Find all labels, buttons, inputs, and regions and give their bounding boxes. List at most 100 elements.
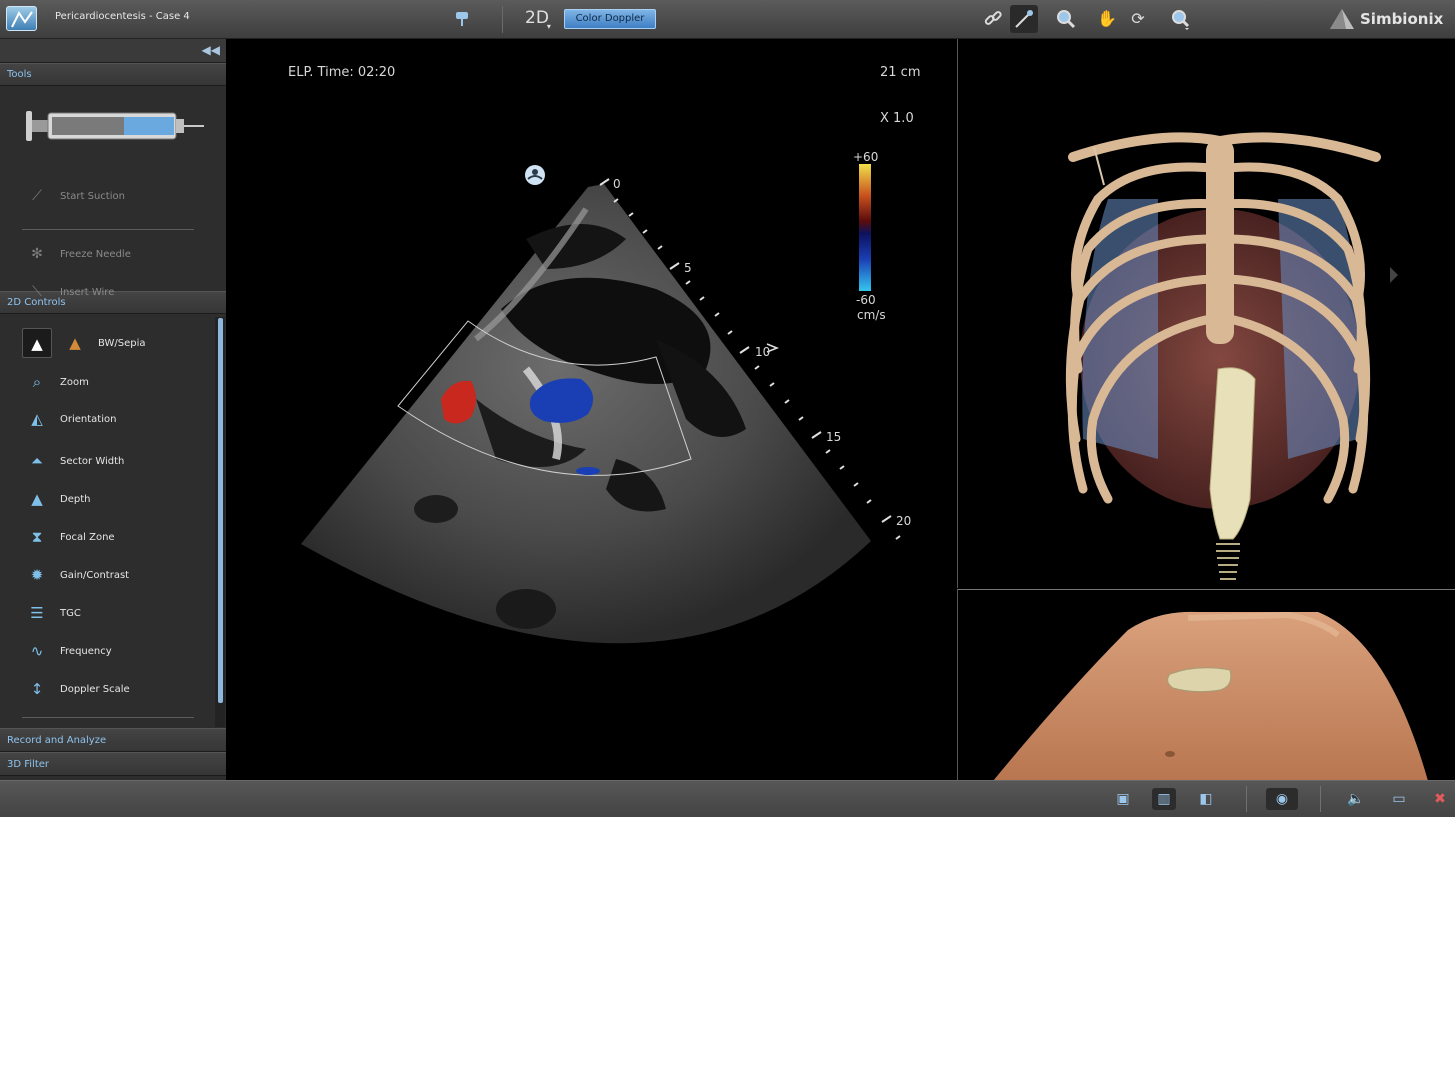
anatomy-3d-view[interactable] — [957, 39, 1455, 588]
probe-on-chest[interactable] — [1167, 667, 1232, 693]
insert-wire-label: Insert Wire — [60, 286, 115, 298]
link-icon[interactable] — [982, 8, 1004, 30]
heart-chamber — [414, 495, 458, 523]
scale-max-label: +60 — [853, 150, 879, 164]
close-icon[interactable]: ✖ — [1428, 788, 1452, 810]
patient-body-view[interactable] — [957, 589, 1455, 780]
bw-sepia-control[interactable]: ▲ ▲ BW/Sepia — [22, 328, 146, 358]
doppler-scale-label: Doppler Scale — [60, 683, 130, 695]
bottom-toolbar: ▣ ▥ ◧ ◉ 🔈 ▭ ✖ — [0, 780, 1455, 817]
ribcage-model[interactable] — [958, 39, 1455, 588]
tools-section: ⟋ Start Suction ✻ Freeze Needle ⟍ Insert… — [0, 86, 226, 300]
sector-width-icon: ⏶ — [30, 452, 43, 470]
simulator-window: Pericardiocentesis - Case 4 2D▾ Color Do… — [0, 0, 1455, 817]
focal-zone-icon: ⧗ — [31, 528, 43, 546]
doppler-scale-icon: ↕ — [30, 680, 44, 698]
gain-contrast-label: Gain/Contrast — [60, 569, 130, 581]
bw-sepia-icon[interactable]: ▲ — [60, 328, 90, 358]
scale-unit-label: cm/s — [857, 308, 886, 322]
orientation-icon: ◭ — [31, 410, 43, 428]
ultrasound-view[interactable]: ELP. Time: 02:20 21 cm X 1.0 +60 -60 cm/… — [226, 39, 956, 780]
view-anatomy-icon[interactable]: ◧ — [1194, 788, 1218, 810]
doppler-flow-blue — [576, 467, 600, 475]
zoom-icon[interactable] — [1055, 8, 1077, 30]
view-arrow-icon[interactable] — [1390, 267, 1398, 283]
gain-contrast-control[interactable]: ✹ Gain/Contrast — [22, 560, 129, 590]
gain-contrast-icon: ✹ — [30, 566, 44, 584]
collapse-panel-icon[interactable]: ◀◀ — [202, 43, 220, 57]
controls-scroll-thumb[interactable] — [218, 318, 223, 703]
top-toolbar: Pericardiocentesis - Case 4 2D▾ Color Do… — [0, 0, 1455, 39]
record-analyze-header[interactable]: Record and Analyze — [0, 728, 226, 752]
insert-wire-button[interactable]: ⟍ Insert Wire — [26, 280, 114, 304]
freeze-needle-label: Freeze Needle — [60, 248, 131, 260]
2d-controls-section: ▲ ▲ BW/Sepia ⌕ Zoom ◭ Orientation ⏶ Sect… — [0, 314, 226, 728]
doppler-color-scale — [859, 164, 871, 291]
zoom-control[interactable]: ⌕ Zoom — [22, 367, 89, 397]
tools-header[interactable]: Tools — [0, 63, 226, 86]
depth-tick-15: 15 — [826, 430, 842, 444]
color-doppler-button[interactable]: Color Doppler — [564, 9, 656, 29]
brand-name: Simbionix — [1360, 10, 1444, 28]
left-panel: ◀◀ Tools ⟋ Start Suction ✻ Freeze Needle — [0, 39, 226, 780]
toolbar-separator — [502, 6, 503, 33]
rotate-icon[interactable]: ⟳ — [1127, 8, 1149, 30]
view-split-icon[interactable]: ▥ — [1152, 788, 1176, 810]
tgc-control[interactable]: ☰ TGC — [22, 598, 81, 628]
snowflake-icon: ✻ — [31, 246, 43, 262]
collapse-row: ◀◀ — [0, 39, 226, 63]
doppler-scale-control[interactable]: ↕ Doppler Scale — [22, 674, 130, 704]
depth-tick-20: 20 — [896, 514, 912, 528]
camera-icon[interactable]: ◉ — [1266, 788, 1298, 810]
freeze-needle-button[interactable]: ✻ Freeze Needle — [26, 242, 131, 266]
ultrasound-image[interactable] — [226, 39, 956, 780]
right-lung — [1278, 199, 1361, 459]
syringe-icon[interactable] — [26, 105, 206, 147]
orientation-marker-dot — [532, 169, 538, 175]
frequency-label: Frequency — [60, 645, 112, 657]
suction-icon: ⟋ — [32, 188, 42, 204]
start-suction-button[interactable]: ⟋ Start Suction — [26, 184, 125, 208]
frequency-icon: ∿ — [30, 642, 44, 660]
open-folder-icon[interactable]: ▭ — [1387, 788, 1411, 810]
bottom-separator — [1320, 786, 1321, 812]
mode-2d-dropdown[interactable]: 2D▾ — [525, 8, 553, 31]
tgc-icon: ☰ — [30, 604, 44, 622]
pan-hand-icon[interactable]: ✋ — [1096, 8, 1118, 30]
start-suction-label: Start Suction — [60, 190, 125, 202]
case-title: Pericardiocentesis - Case 4 — [55, 11, 190, 22]
bw-icon[interactable]: ▲ — [22, 328, 52, 358]
heart-chamber — [496, 589, 556, 629]
tools-divider — [22, 229, 194, 230]
depth-control[interactable]: ▲ Depth — [22, 484, 90, 514]
mode-2d-label: 2D — [525, 8, 549, 28]
depth-tick-5: 5 — [684, 261, 692, 275]
orientation-control[interactable]: ◭ Orientation — [22, 404, 116, 434]
zoom-label: Zoom — [60, 376, 89, 388]
sound-icon[interactable]: 🔈 — [1344, 788, 1368, 810]
3d-filter-header[interactable]: 3D Filter — [0, 752, 226, 776]
app-logo-icon[interactable] — [6, 6, 37, 31]
scale-min-label: -60 — [856, 293, 876, 307]
ultrasound-probe[interactable] — [1209, 367, 1256, 540]
frequency-control[interactable]: ∿ Frequency — [22, 636, 112, 666]
bottom-separator — [1246, 786, 1247, 812]
needle-link-icon[interactable] — [1010, 5, 1038, 33]
depth-label: Depth — [60, 493, 91, 505]
patient-skin — [993, 611, 1428, 780]
depth-tick-10: 10 — [755, 345, 771, 359]
tgc-label: TGC — [60, 607, 81, 619]
sternum — [1206, 139, 1234, 344]
view-single-icon[interactable]: ▣ — [1111, 788, 1135, 810]
focal-zone-label: Focal Zone — [60, 531, 115, 543]
zoom-readout: X 1.0 — [880, 111, 914, 126]
patient-torso[interactable] — [958, 590, 1455, 780]
simbionix-logo-icon — [1330, 9, 1354, 29]
zoom-dropdown-icon[interactable] — [1170, 8, 1192, 30]
bw-sepia-label: BW/Sepia — [98, 337, 146, 349]
sector-width-control[interactable]: ⏶ Sector Width — [22, 446, 124, 476]
pin-icon[interactable] — [451, 8, 473, 30]
focal-zone-control[interactable]: ⧗ Focal Zone — [22, 522, 115, 552]
depth-readout: 21 cm — [880, 65, 921, 80]
navel — [1165, 751, 1175, 757]
